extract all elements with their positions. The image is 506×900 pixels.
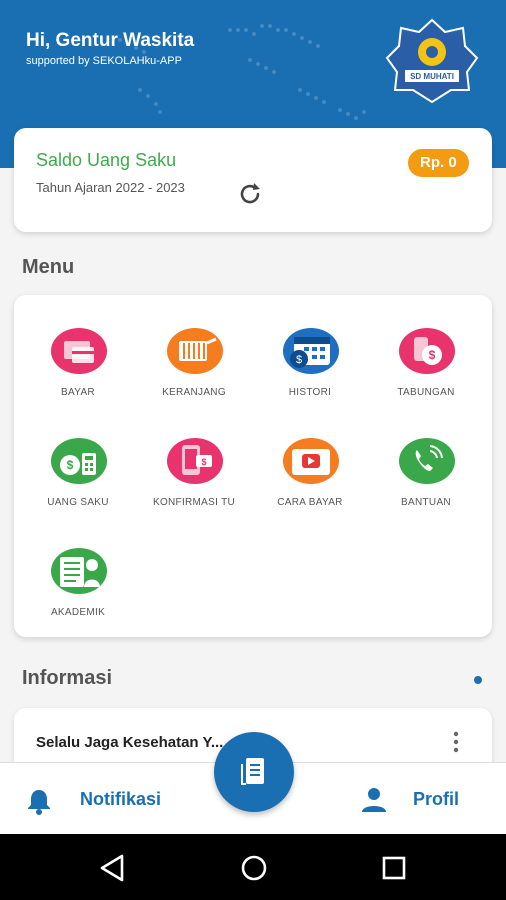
nav-profil[interactable]: Profil <box>358 785 498 815</box>
phone-confirm-icon: $ <box>167 438 223 484</box>
video-play-icon <box>283 438 339 484</box>
menu-heading: Menu <box>22 256 75 278</box>
info-heading: Informasi <box>22 667 113 689</box>
menu-label: AKADEMIK <box>50 607 106 618</box>
menu-label: CARA BAYAR <box>277 497 343 508</box>
center-action-button[interactable] <box>214 732 294 812</box>
phone-call-icon <box>399 438 455 484</box>
menu-label: HISTORI <box>288 387 332 398</box>
menu-grid: BAYAR KERANJANG $ HISTORI $ TABUNGAN $ U… <box>14 295 492 637</box>
nav-notifikasi[interactable]: Notifikasi <box>26 785 206 815</box>
menu-label: BAYAR <box>61 387 95 398</box>
info-title: Selalu Jaga Kesehatan Y... <box>36 734 224 751</box>
menu-item-bayar[interactable]: BAYAR <box>20 327 136 427</box>
menu-item-konfirmasi-tu[interactable]: $ KONFIRMASI TU <box>136 437 252 537</box>
app-screen: Hi, Gentur Waskita supported by SEKOLAHk… <box>0 0 506 900</box>
academic-doc-icon <box>51 548 107 594</box>
payment-icon <box>51 328 107 374</box>
saldo-title: Saldo Uang Saku <box>36 150 177 170</box>
menu-item-bantuan[interactable]: BANTUAN <box>368 437 484 537</box>
svg-text:$: $ <box>296 354 302 366</box>
svg-text:$: $ <box>201 457 206 467</box>
saldo-card[interactable]: Saldo Uang Saku Tahun Ajaran 2022 - 2023… <box>14 128 492 232</box>
wallet-icon: $ <box>51 438 107 484</box>
svg-text:$: $ <box>429 348 436 362</box>
back-icon[interactable] <box>96 852 128 884</box>
svg-text:$: $ <box>67 458 74 472</box>
menu-item-histori[interactable]: $ HISTORI <box>252 327 368 427</box>
home-icon[interactable] <box>238 852 270 884</box>
menu-label: UANG SAKU <box>47 497 109 508</box>
menu-label: KONFIRMASI TU <box>152 497 236 508</box>
school-logo: SD MUHATI <box>385 18 479 104</box>
android-system-bar <box>0 834 506 900</box>
menu-item-cara-bayar[interactable]: CARA BAYAR <box>252 437 368 537</box>
menu-label: TABUNGAN <box>397 387 455 398</box>
bell-icon <box>28 790 50 815</box>
savings-icon: $ <box>399 328 455 374</box>
logo-text: SD MUHATI <box>410 72 454 81</box>
more-options-icon[interactable] <box>452 730 460 754</box>
supported-by-text: supported by SEKOLAHku-APP <box>26 55 182 67</box>
menu-item-akademik[interactable]: AKADEMIK <box>20 547 136 647</box>
menu-label: KERANJANG <box>162 387 226 398</box>
nav-profil-label: Profil <box>413 789 460 809</box>
refresh-icon[interactable] <box>236 180 264 208</box>
menu-item-keranjang[interactable]: KERANJANG <box>136 327 252 427</box>
calendar-history-icon: $ <box>283 328 339 374</box>
person-icon <box>362 788 386 812</box>
saldo-year: Tahun Ajaran 2022 - 2023 <box>36 180 185 195</box>
menu-item-uang-saku[interactable]: $ UANG SAKU <box>20 437 136 537</box>
receipt-icon <box>241 758 264 785</box>
saldo-amount-badge: Rp. 0 <box>408 149 469 177</box>
cart-icon <box>167 328 223 374</box>
menu-label: BANTUAN <box>401 497 451 508</box>
menu-item-tabungan[interactable]: $ TABUNGAN <box>368 327 484 427</box>
recents-icon[interactable] <box>378 852 410 884</box>
greeting-text: Hi, Gentur Waskita <box>26 30 195 51</box>
nav-notifikasi-label: Notifikasi <box>80 789 162 809</box>
page-indicator-dot <box>474 676 482 684</box>
